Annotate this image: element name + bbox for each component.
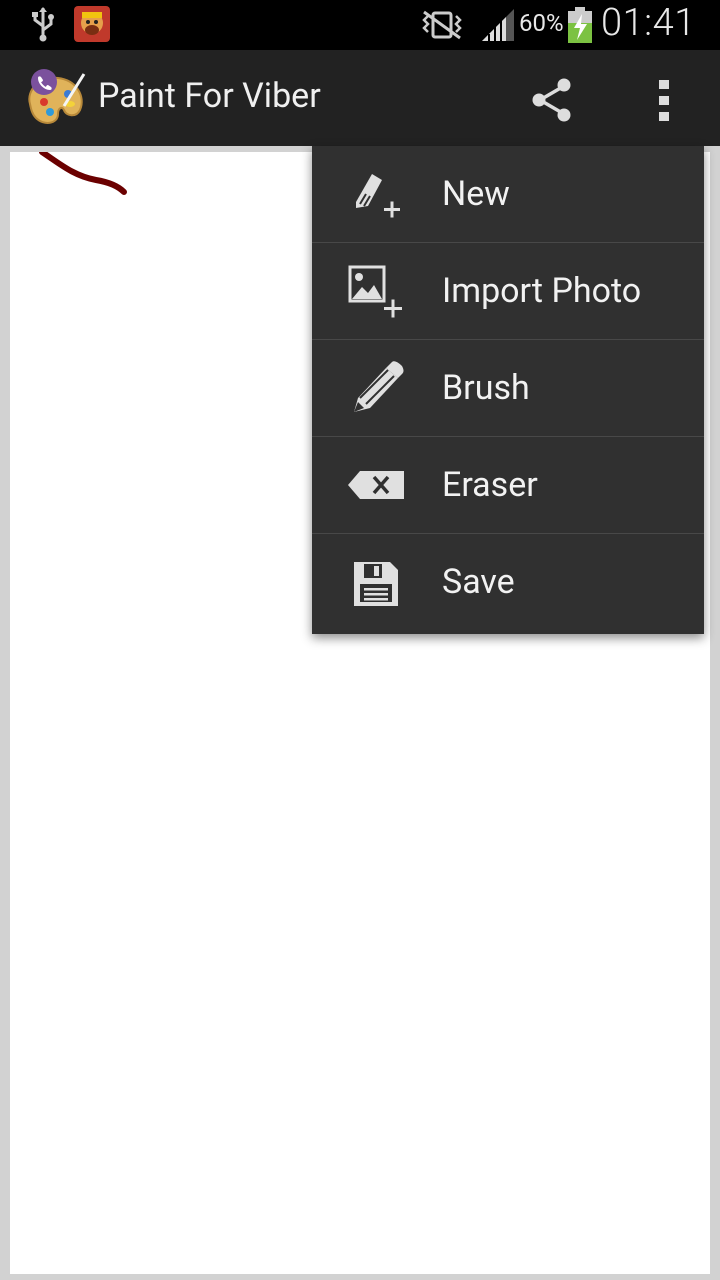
menu-item-import-photo[interactable]: Import Photo [312, 243, 704, 340]
menu-item-label: Eraser [442, 465, 538, 505]
eraser-icon [348, 471, 404, 499]
overflow-menu: New Import Photo Brush Eraser Save [312, 146, 704, 634]
share-icon [532, 78, 571, 122]
status-bar: 60% 01:41 [0, 0, 720, 50]
menu-item-label: Save [442, 562, 515, 602]
menu-item-eraser[interactable]: Eraser [312, 437, 704, 534]
menu-item-brush[interactable]: Brush [312, 340, 704, 437]
import-photo-icon [348, 265, 402, 318]
more-vert-icon [659, 80, 669, 121]
menu-item-new[interactable]: New [312, 146, 704, 243]
action-bar: Paint For Viber [0, 50, 720, 146]
menu-item-label: Brush [442, 368, 530, 408]
overflow-menu-button[interactable] [648, 72, 682, 128]
battery-percentage: 60% [519, 9, 564, 37]
app-title: Paint For Viber [98, 76, 321, 116]
new-drawing-icon [356, 174, 400, 218]
battery-charging-icon [568, 7, 592, 43]
brush-icon [354, 361, 404, 412]
signal-icon [482, 9, 514, 41]
menu-item-save[interactable]: Save [312, 534, 704, 631]
clock: 01:41 [601, 1, 696, 45]
share-button[interactable] [526, 74, 578, 126]
menu-item-label: New [442, 174, 510, 214]
vibrate-off-icon [422, 10, 462, 40]
menu-item-label: Import Photo [442, 271, 642, 311]
usb-icon [32, 7, 54, 42]
save-icon [354, 562, 398, 606]
app-logo-icon [28, 69, 86, 124]
clash-app-notification-icon [74, 6, 110, 42]
